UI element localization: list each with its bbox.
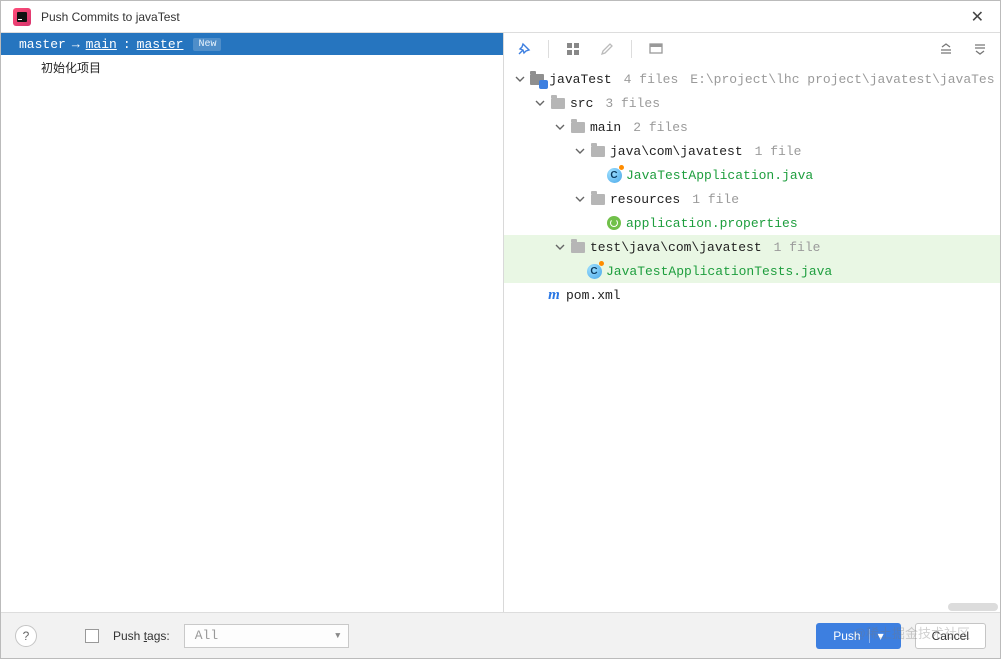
branch-row[interactable]: master → main : master New (1, 33, 503, 55)
tree-file-label: application.properties (626, 216, 798, 231)
close-icon[interactable]: ✕ (967, 7, 988, 27)
tree-node-java-pkg[interactable]: java\com\javatest 1 file (504, 139, 1000, 163)
app-icon (13, 8, 31, 26)
new-badge: New (193, 38, 221, 51)
push-split-chevron[interactable]: ▾ (869, 629, 884, 643)
tree-node-main[interactable]: main 2 files (504, 115, 1000, 139)
tree-node-test-pkg[interactable]: test\java\com\javatest 1 file (504, 235, 1000, 259)
arrow-icon: → (72, 37, 80, 52)
chevron-down-icon[interactable] (554, 241, 566, 253)
toolbar-separator (548, 40, 549, 58)
chevron-down-icon[interactable] (574, 193, 586, 205)
commit-row[interactable]: 初始化项目 (1, 55, 503, 80)
pin-icon[interactable] (514, 39, 534, 59)
tree-node-meta: 1 file (692, 192, 739, 207)
project-folder-icon (530, 71, 546, 87)
spring-icon (606, 215, 622, 231)
chevron-down-icon[interactable] (514, 73, 526, 85)
combo-value: All (195, 628, 218, 643)
local-branch: master (19, 37, 66, 52)
push-button[interactable]: Push ▾ (816, 623, 900, 649)
push-tags-label[interactable]: Push tags: (113, 629, 170, 643)
grid-icon[interactable] (563, 39, 583, 59)
window-title: Push Commits to javaTest (41, 10, 957, 24)
tree-file-tests[interactable]: C JavaTestApplicationTests.java (504, 259, 1000, 283)
label-part: Push (113, 629, 144, 643)
branch-sep: : (123, 37, 131, 52)
remote-name[interactable]: main (86, 37, 117, 52)
label-part: ags: (147, 629, 170, 643)
cancel-button[interactable]: Cancel (915, 623, 986, 649)
tree-file-props[interactable]: application.properties (504, 211, 1000, 235)
tree-file-label: JavaTestApplication.java (626, 168, 813, 183)
tree-node-meta: 4 files (624, 72, 679, 87)
java-class-icon: C (586, 263, 602, 279)
edit-icon[interactable] (597, 39, 617, 59)
help-button[interactable]: ? (15, 625, 37, 647)
preview-icon[interactable] (646, 39, 666, 59)
tree-node-meta: 2 files (633, 120, 688, 135)
tree-file-pom[interactable]: m pom.xml (504, 283, 1000, 307)
folder-icon (590, 143, 606, 159)
tree-file-app[interactable]: C JavaTestApplication.java (504, 163, 1000, 187)
right-toolbar (504, 33, 1000, 65)
push-button-label: Push (833, 629, 860, 643)
tree-node-path: E:\project\lhc project\javatest\javaTest (690, 72, 994, 87)
folder-icon (590, 191, 606, 207)
commit-message: 初始化项目 (41, 61, 101, 75)
folder-icon (570, 119, 586, 135)
expand-all-icon[interactable] (936, 39, 956, 59)
tags-filter-combo[interactable]: All ▾ (184, 624, 349, 648)
tree-node-src[interactable]: src 3 files (504, 91, 1000, 115)
chevron-down-icon: ▾ (334, 628, 342, 643)
tree-node-label: java\com\javatest (610, 144, 743, 159)
tree-node-label: javaTest (549, 72, 611, 87)
tree-node-label: main (590, 120, 621, 135)
chevron-down-icon[interactable] (534, 97, 546, 109)
chevron-down-icon[interactable] (574, 145, 586, 157)
tree-node-label: test\java\com\javatest (590, 240, 762, 255)
java-class-icon: C (606, 167, 622, 183)
tree-node-meta: 1 file (774, 240, 821, 255)
tree-node-meta: 3 files (605, 96, 660, 111)
tree-file-label: JavaTestApplicationTests.java (606, 264, 832, 279)
horizontal-scrollbar[interactable] (504, 602, 1000, 612)
chevron-down-icon[interactable] (554, 121, 566, 133)
folder-icon (570, 239, 586, 255)
maven-icon: m (546, 287, 562, 303)
scrollbar-thumb[interactable] (948, 603, 998, 611)
tree-root[interactable]: javaTest 4 files E:\project\lhc project\… (504, 67, 1000, 91)
folder-icon (550, 95, 566, 111)
push-tags-checkbox[interactable] (85, 629, 99, 643)
tree-file-label: pom.xml (566, 288, 621, 303)
tracking-branch[interactable]: master (137, 37, 184, 52)
toolbar-separator (631, 40, 632, 58)
cancel-button-label: Cancel (932, 629, 969, 643)
tree-node-label: resources (610, 192, 680, 207)
collapse-all-icon[interactable] (970, 39, 990, 59)
tree-node-label: src (570, 96, 593, 111)
tree-node-resources[interactable]: resources 1 file (504, 187, 1000, 211)
tree-node-meta: 1 file (755, 144, 802, 159)
